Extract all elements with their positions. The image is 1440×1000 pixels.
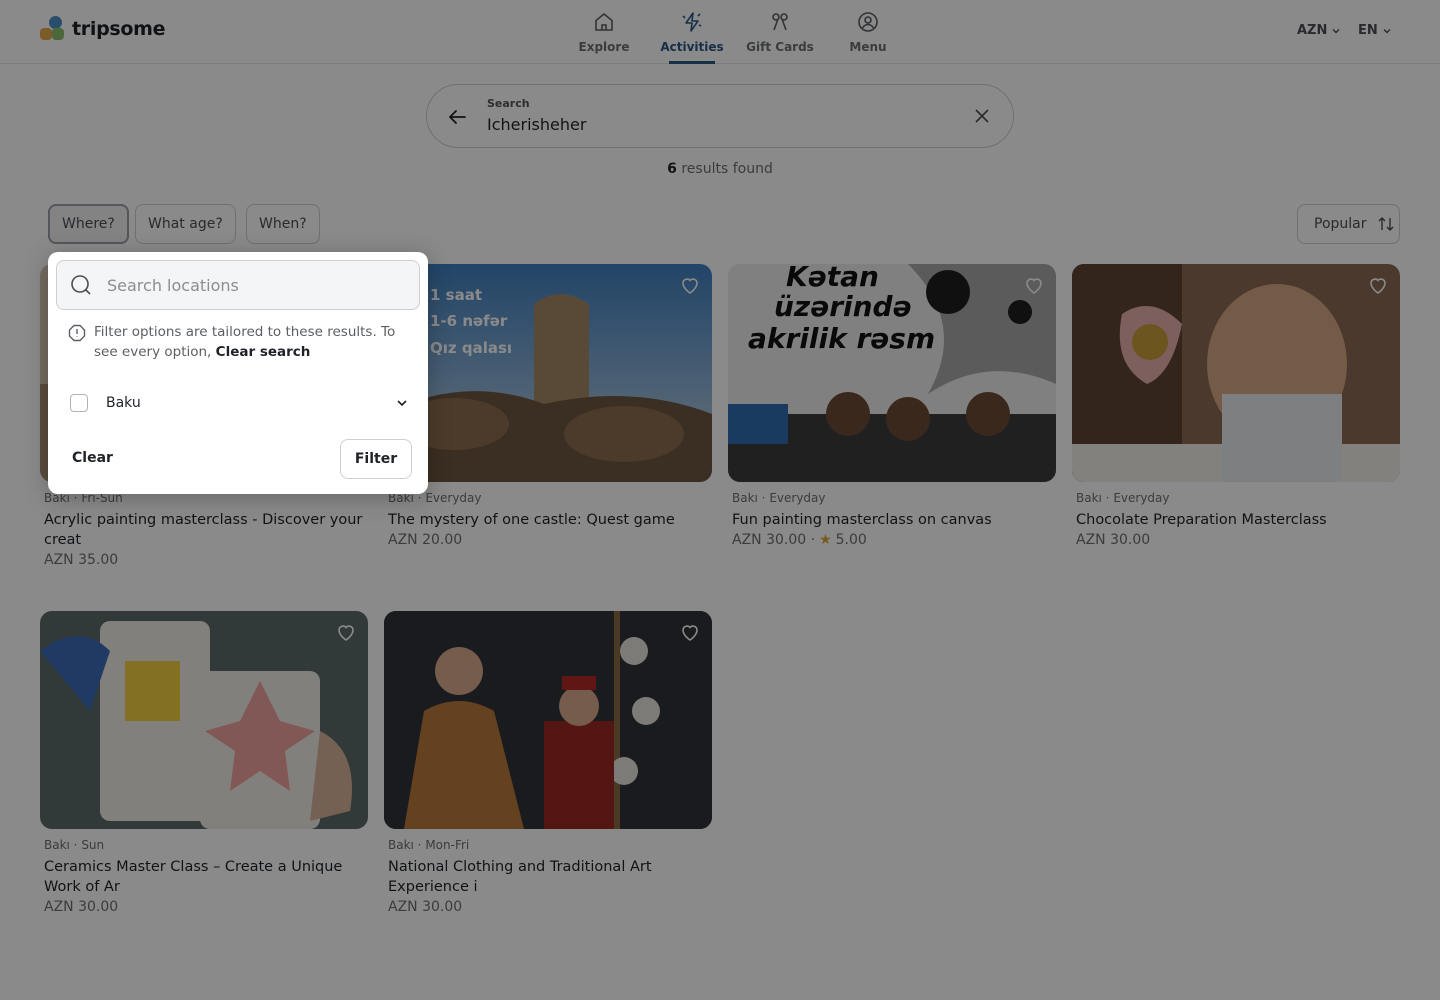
modal-backdrop[interactable]	[0, 0, 1440, 1000]
clear-button[interactable]: Clear	[72, 450, 113, 466]
checkbox[interactable]	[70, 394, 88, 412]
location-filter-popover: Filter options are tailored to these res…	[48, 252, 428, 494]
location-search-input[interactable]	[107, 275, 397, 295]
info-message: Filter options are tailored to these res…	[68, 322, 408, 362]
location-search[interactable]	[56, 260, 420, 310]
option-label: Baku	[106, 395, 141, 411]
location-option-baku[interactable]: Baku	[70, 392, 410, 414]
clear-search-link[interactable]: Clear search	[216, 344, 311, 360]
info-icon	[68, 324, 86, 342]
chevron-down-icon[interactable]	[394, 395, 410, 411]
search-icon	[71, 275, 91, 295]
filter-button[interactable]: Filter	[340, 439, 412, 479]
